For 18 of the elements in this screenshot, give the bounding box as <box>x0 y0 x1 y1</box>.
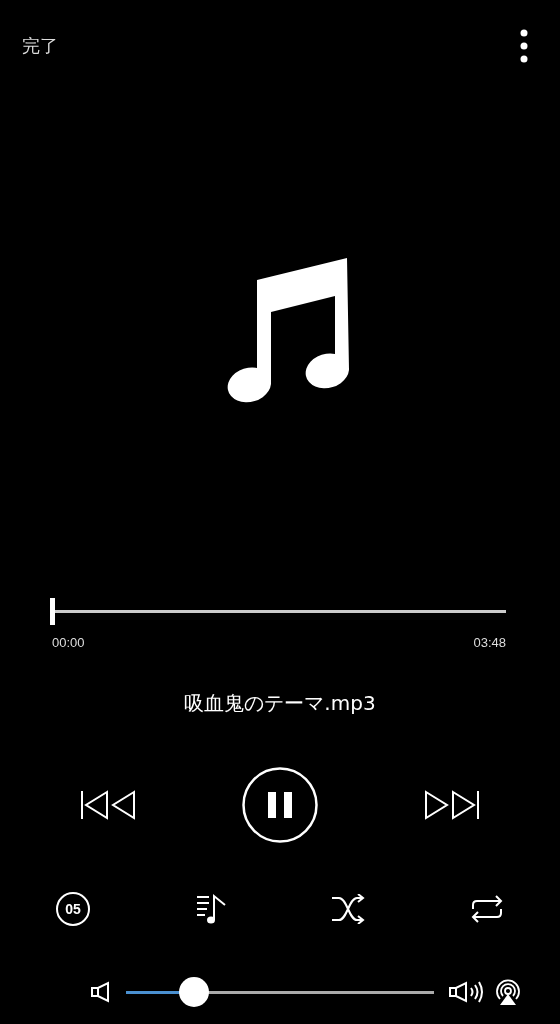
progress-handle[interactable] <box>50 598 55 625</box>
playlist-icon[interactable] <box>194 893 227 925</box>
previous-track-icon[interactable] <box>80 790 136 820</box>
total-time: 03:48 <box>473 635 506 650</box>
volume-slider[interactable] <box>126 977 434 1007</box>
repeat-icon[interactable] <box>469 895 504 923</box>
elapsed-time: 00:00 <box>52 635 85 650</box>
speaker-high-icon[interactable] <box>448 980 484 1004</box>
pause-button[interactable] <box>242 767 318 843</box>
sleep-timer-button[interactable]: 05 <box>56 892 90 926</box>
track-title: 吸血鬼のテーマ.mp3 <box>183 690 377 717</box>
done-button[interactable]: 完了 <box>22 34 58 58</box>
airplay-icon[interactable] <box>494 978 522 1006</box>
speaker-low-icon[interactable] <box>90 981 112 1003</box>
volume-thumb[interactable] <box>178 977 209 1007</box>
shuffle-icon[interactable] <box>331 894 366 924</box>
more-icon[interactable] <box>520 29 528 63</box>
next-track-icon[interactable] <box>424 790 480 820</box>
